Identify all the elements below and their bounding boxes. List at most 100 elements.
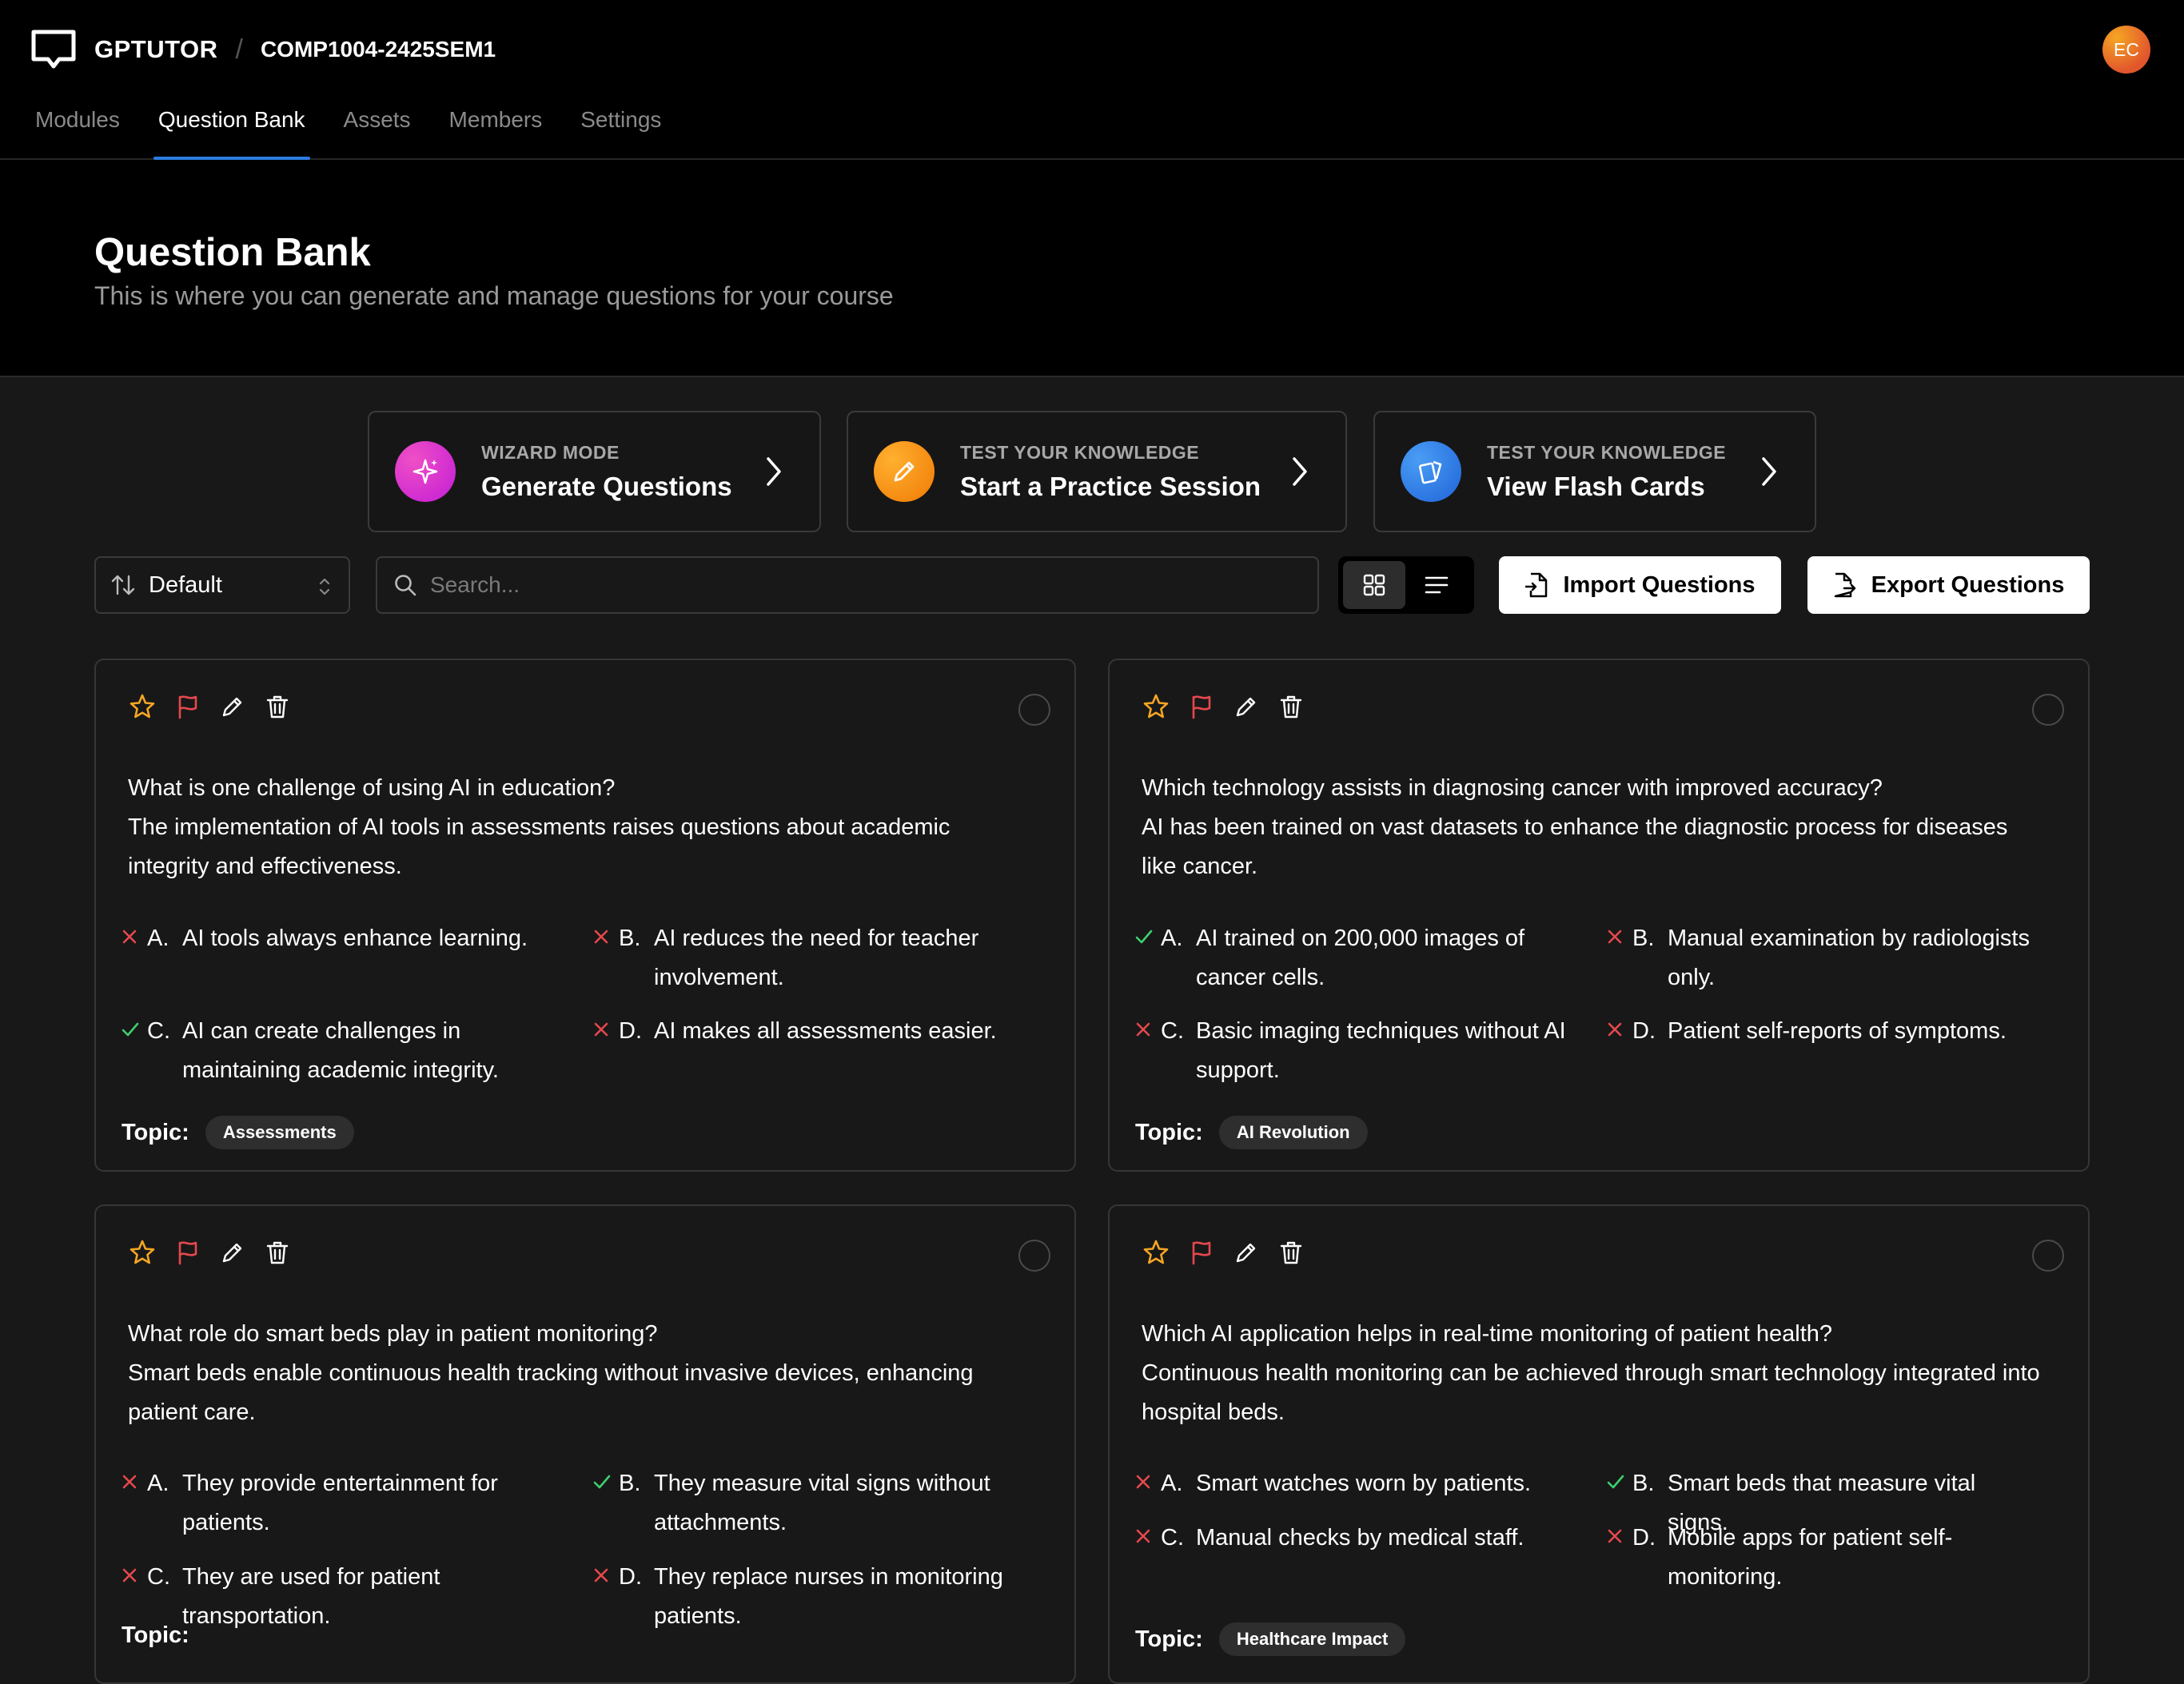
trash-icon[interactable] <box>264 1239 291 1266</box>
question-explanation: The implementation of AI tools in assess… <box>128 814 951 879</box>
question-text: Which AI application helps in real-time … <box>1142 1315 2040 1432</box>
flash-cards-card[interactable]: TEST YOUR KNOWLEDGE View Flash Cards <box>1373 411 1816 532</box>
star-icon[interactable] <box>128 692 157 721</box>
option-letter: C. <box>1161 1018 1184 1044</box>
sort-select[interactable]: Default <box>94 556 350 614</box>
select-checkbox[interactable] <box>1018 694 1050 726</box>
trash-icon[interactable] <box>1277 693 1305 720</box>
check-icon <box>593 1464 619 1543</box>
card-actions <box>1142 692 1322 721</box>
list-icon <box>1425 576 1449 594</box>
practice-session-card[interactable]: TEST YOUR KNOWLEDGE Start a Practice Ses… <box>847 411 1347 532</box>
question-explanation: Smart beds enable continuous health trac… <box>128 1360 974 1425</box>
flag-icon[interactable] <box>1188 1239 1215 1266</box>
question-card: What is one challenge of using AI in edu… <box>94 659 1076 1172</box>
x-icon <box>1135 1519 1161 1558</box>
topic-badge[interactable]: AI Revolution <box>1218 1116 1368 1149</box>
flag-icon[interactable] <box>174 1239 201 1266</box>
question-explanation: AI has been trained on vast datasets to … <box>1142 814 2008 879</box>
x-icon <box>593 1012 619 1051</box>
tab-question-bank[interactable]: Question Bank <box>139 96 325 160</box>
edit-icon[interactable] <box>219 1239 246 1266</box>
topic-badge[interactable]: Assessments <box>205 1116 354 1149</box>
option-text: AI can create challenges in maintaining … <box>182 1018 499 1083</box>
answer-option: B. AI reduces the need for teacher involv… <box>593 919 1029 997</box>
topic-row: Topic: Healthcare Impact <box>1135 1622 1406 1656</box>
option-text: AI makes all assessments easier. <box>654 1018 997 1044</box>
star-icon[interactable] <box>128 1238 157 1267</box>
tab-assets[interactable]: Assets <box>325 96 430 160</box>
answer-option: D. They replace nurses in monitoring pati… <box>593 1558 1029 1636</box>
option-letter: D. <box>1632 1525 1656 1551</box>
option-text: AI trained on 200,000 images of cancer c… <box>1196 926 1525 990</box>
option-letter: D. <box>619 1018 642 1044</box>
option-letter: C. <box>147 1018 170 1044</box>
question-card: What role do smart beds play in patient … <box>94 1204 1076 1684</box>
search-box[interactable] <box>376 556 1319 614</box>
question-title: What role do smart beds play in patient … <box>128 1321 658 1347</box>
option-letter: D. <box>619 1564 642 1590</box>
option-text: Mobile apps for patient self-monitoring. <box>1668 1525 1953 1590</box>
answer-option: A. AI tools always enhance learning. <box>122 919 557 958</box>
answer-option: D. Mobile apps for patient self-monitorin… <box>1607 1519 2043 1597</box>
list-view-button[interactable] <box>1405 561 1468 609</box>
star-icon[interactable] <box>1142 692 1170 721</box>
topic-label: Topic: <box>122 1119 189 1145</box>
view-toggle <box>1338 556 1474 614</box>
question-card: Which technology assists in diagnosing c… <box>1108 659 2090 1172</box>
chat-logo-icon[interactable] <box>30 29 77 70</box>
page-subtitle: This is where you can generate and manag… <box>94 281 894 310</box>
chevron-right-icon <box>1762 457 1776 486</box>
brand-name[interactable]: GPTUTOR <box>94 35 218 64</box>
x-icon <box>1135 1464 1161 1503</box>
page-title: Question Bank <box>94 231 371 274</box>
trash-icon[interactable] <box>1277 1239 1305 1266</box>
edit-icon[interactable] <box>1233 693 1260 720</box>
tab-members[interactable]: Members <box>430 96 562 160</box>
option-text: They are used for patient transportation… <box>182 1564 440 1629</box>
answer-option: C. Basic imaging techniques without AI su… <box>1135 1012 1571 1090</box>
topic-row: Topic: AI Revolution <box>1135 1116 1368 1149</box>
file-import-icon <box>1525 572 1548 598</box>
sort-value: Default <box>149 571 222 598</box>
question-card: Which AI application helps in real-time … <box>1108 1204 2090 1684</box>
option-text: AI reduces the need for teacher involvem… <box>654 926 979 990</box>
avatar[interactable]: EC <box>2102 26 2150 74</box>
select-checkbox[interactable] <box>2032 1240 2064 1272</box>
trash-icon[interactable] <box>264 693 291 720</box>
card-actions <box>128 692 309 721</box>
question-title: What is one challenge of using AI in edu… <box>128 775 616 801</box>
practice-label: Start a Practice Session <box>960 471 1261 501</box>
edit-icon[interactable] <box>219 693 246 720</box>
flag-icon[interactable] <box>1188 693 1215 720</box>
brand-row: GPTUTOR / COMP1004-2425SEM1 <box>30 29 496 70</box>
question-text: What role do smart beds play in patient … <box>128 1315 1026 1432</box>
avatar-initials: EC <box>2114 38 2139 60</box>
select-checkbox[interactable] <box>2032 694 2064 726</box>
tab-settings[interactable]: Settings <box>561 96 680 160</box>
flashcards-kicker: TEST YOUR KNOWLEDGE <box>1487 441 1727 463</box>
topic-row: Topic: Assessments <box>122 1116 354 1149</box>
x-icon <box>1607 1012 1632 1051</box>
course-name[interactable]: COMP1004-2425SEM1 <box>261 37 496 62</box>
topic-badge[interactable]: Healthcare Impact <box>1218 1622 1406 1656</box>
option-text: Manual examination by radiologists only. <box>1668 926 2030 990</box>
topic-label: Topic: <box>122 1622 189 1648</box>
option-letter: D. <box>1632 1018 1656 1044</box>
flag-icon[interactable] <box>174 693 201 720</box>
import-questions-button[interactable]: Import Questions <box>1499 556 1781 614</box>
export-questions-button[interactable]: Export Questions <box>1807 556 2090 614</box>
option-text: They measure vital signs without attachm… <box>654 1471 990 1535</box>
topic-row: Topic: <box>122 1622 205 1649</box>
tab-modules[interactable]: Modules <box>0 96 139 160</box>
option-letter: A. <box>1161 1471 1183 1496</box>
select-checkbox[interactable] <box>1018 1240 1050 1272</box>
generate-questions-card[interactable]: WIZARD MODE Generate Questions <box>368 411 821 532</box>
search-input[interactable] <box>430 572 1293 598</box>
flashcards-label: View Flash Cards <box>1487 471 1705 501</box>
edit-icon[interactable] <box>1233 1239 1260 1266</box>
star-icon[interactable] <box>1142 1238 1170 1267</box>
answer-option: D. Patient self-reports of symptoms. <box>1607 1012 2043 1051</box>
cards-icon <box>1401 441 1461 502</box>
grid-view-button[interactable] <box>1343 561 1405 609</box>
